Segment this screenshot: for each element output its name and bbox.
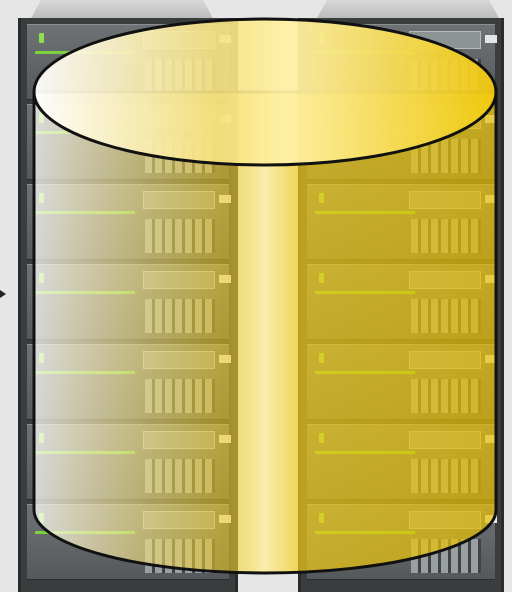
server-racks-database-illustration: [0, 0, 512, 592]
database-cylinder-icon: [32, 17, 498, 575]
cylinder-top: [32, 17, 498, 167]
